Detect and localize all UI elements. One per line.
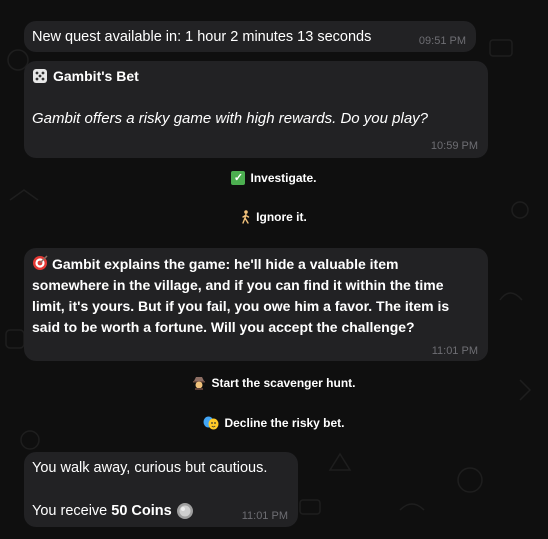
message-timestamp: 11:01 PM [431, 345, 478, 357]
reward-line: You receive 50 Coins [32, 502, 194, 520]
decline-risky-bet-label: Decline the risky bet. [224, 416, 345, 430]
start-scavenger-hunt-label: Start the scavenger hunt. [211, 376, 356, 390]
dice-icon [33, 69, 47, 83]
walking-person-icon [242, 210, 250, 224]
gambit-explains-text: Gambit explains the game: he'll hide a v… [32, 256, 450, 335]
message-timestamp: 10:59 PM [430, 140, 478, 152]
masks-icon [203, 416, 219, 430]
message-timestamp: 11:01 PM [241, 510, 288, 522]
investigate-label: Investigate. [250, 171, 317, 185]
ignore-label: Ignore it. [256, 210, 307, 224]
reward-prefix: You receive [32, 503, 108, 519]
decline-risky-bet-button[interactable]: Decline the risky bet. [0, 412, 548, 434]
gambit-bet-title: Gambit's Bet [53, 68, 139, 84]
reward-amount: 50 Coins [111, 503, 172, 519]
gambit-explains-message: Gambit explains the game: he'll hide a v… [24, 248, 488, 361]
detective-icon [193, 377, 206, 390]
message-timestamp: 09:51 PM [418, 35, 466, 47]
target-icon [33, 255, 48, 270]
quest-timer-message: New quest available in: 1 hour 2 minutes… [24, 21, 476, 52]
investigate-button[interactable]: ✓ Investigate. [0, 167, 548, 189]
start-scavenger-hunt-button[interactable]: Start the scavenger hunt. [0, 372, 548, 394]
walk-away-message: You walk away, curious but cautious. You… [24, 452, 298, 527]
walk-away-text: You walk away, curious but cautious. [32, 460, 268, 476]
ignore-button[interactable]: Ignore it. [0, 206, 548, 228]
gambit-explains-body: Gambit explains the game: he'll hide a v… [32, 254, 478, 338]
gambit-bet-message: Gambit's Bet Gambit offers a risky game … [24, 61, 488, 158]
gambit-bet-body: Gambit offers a risky game with high rew… [32, 110, 428, 127]
coin-icon [176, 503, 193, 519]
check-mark-icon: ✓ [231, 171, 246, 185]
quest-timer-text: New quest available in: 1 hour 2 minutes… [32, 29, 372, 45]
